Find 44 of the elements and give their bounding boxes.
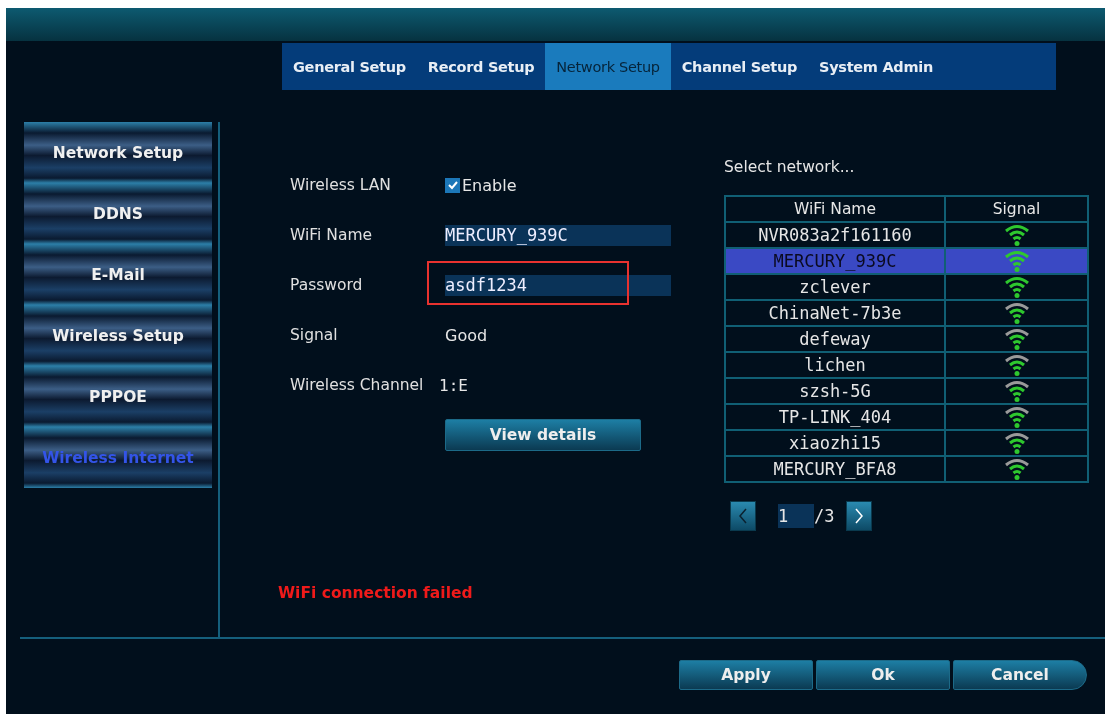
field-label: Signal	[290, 326, 339, 344]
column-header: Signal	[945, 196, 1088, 222]
chevron-right-icon	[854, 507, 865, 524]
table-cell[interactable]: szsh-5G	[725, 377, 945, 404]
password-field[interactable]: asdf1234	[445, 274, 671, 296]
table-cell[interactable]: defeway	[725, 325, 945, 352]
tab[interactable]: Channel Setup	[670, 43, 809, 90]
list-title: Select network...	[724, 158, 856, 178]
chevron-left-icon	[738, 507, 748, 524]
table-cell[interactable]: zclever	[725, 273, 945, 300]
sidebar-item[interactable]: PPPOE	[24, 366, 212, 427]
tab[interactable]: Record Setup	[416, 43, 546, 90]
tab[interactable]: General Setup	[282, 43, 417, 90]
next-page-button[interactable]	[846, 500, 873, 531]
table-cell[interactable]: NVR083a2f161160	[725, 221, 945, 248]
field-label: Password	[290, 276, 364, 294]
sidebar-item[interactable]: E-Mail	[24, 244, 212, 305]
field-label: Wireless Channel	[290, 376, 425, 394]
field-label: WiFi Name	[290, 226, 374, 244]
tab[interactable]: System Admin	[808, 43, 944, 90]
table-cell[interactable]: xiaozhi15	[725, 429, 945, 456]
page-field[interactable]: 1	[778, 503, 814, 528]
table-cell[interactable]: lichen	[725, 351, 945, 378]
tab[interactable]: Network Setup	[545, 43, 671, 90]
sidebar-item[interactable]: DDNS	[24, 183, 212, 244]
column-header: WiFi Name	[725, 196, 945, 222]
sidebar-item[interactable]: Network Setup	[24, 122, 212, 183]
table-cell[interactable]: ChinaNet-7b3e	[725, 299, 945, 326]
signal-value: Good	[445, 325, 488, 345]
dialog-button[interactable]: Cancel	[953, 660, 1087, 690]
page-total: /3	[814, 505, 835, 526]
table-cell[interactable]: MERCURY_BFA8	[725, 455, 945, 482]
error-message: WiFi connection failed	[278, 584, 474, 602]
view-details-button[interactable]: View details	[445, 419, 641, 451]
previous-page-button[interactable]	[730, 500, 756, 531]
dialog-button[interactable]: Ok	[816, 660, 950, 690]
table-cell[interactable]: TP-LINK_404	[725, 403, 945, 430]
dialog-button[interactable]: Apply	[679, 660, 813, 690]
sidebar-item[interactable]: Wireless Setup	[24, 305, 212, 366]
field-label: Wireless LAN	[290, 176, 392, 194]
enable-checkbox[interactable]: Enable	[445, 175, 517, 195]
wifi-name-field[interactable]: MERCURY_939C	[445, 224, 671, 246]
channel-value: 1:E	[439, 375, 468, 395]
checkbox-icon[interactable]	[445, 177, 460, 193]
